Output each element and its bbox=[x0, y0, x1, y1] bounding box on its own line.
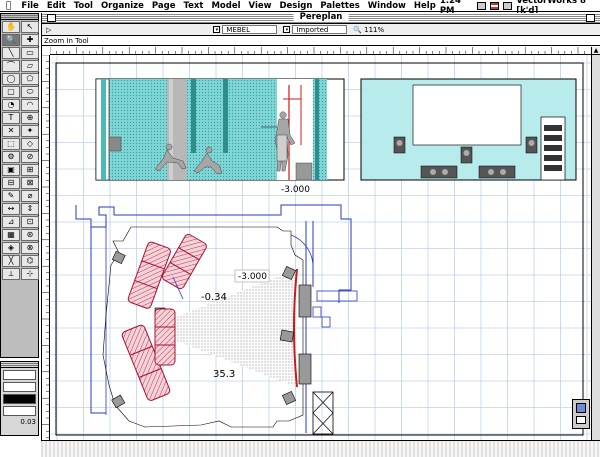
drawing-canvas[interactable]: -3.000 -3.000 -0.34 35.3 bbox=[51, 55, 593, 440]
document-window: Pereplan ▷ ▾ MEBEL ▾ Imported 🔍 111% Zoo… bbox=[41, 12, 600, 457]
tool-button[interactable]: ⊗ bbox=[21, 242, 39, 254]
tool-button[interactable]: ⊛ bbox=[21, 229, 39, 241]
attributes-titlebar[interactable] bbox=[1, 362, 38, 368]
magnifier-icon: 🔍 bbox=[353, 25, 363, 34]
tool-button[interactable]: ◠ bbox=[21, 99, 39, 111]
tool-button[interactable]: ◇ bbox=[21, 138, 39, 150]
menu-edit[interactable]: Edit bbox=[43, 1, 70, 11]
tool-button[interactable]: ✋ bbox=[2, 21, 20, 33]
page-navigator-icon[interactable] bbox=[572, 399, 590, 429]
plan-height-label: -3.000 bbox=[238, 272, 267, 282]
attributes-palette: 0.03 bbox=[0, 361, 39, 436]
tool-button[interactable]: ⊡ bbox=[21, 216, 39, 228]
tool-button[interactable]: ✚ bbox=[21, 34, 39, 46]
tool-button[interactable]: ✦ bbox=[21, 125, 39, 137]
tool-grid: ✋ ↖ 🔍 ✚ ╲ ▭ ⌒ ▱ ◯ ⬠ ▢ ⬭ ◔ ◠ T ⊕ ✕ ✦ ⬚ ◇ ⚙ ⊘ ▣ ⊞ ⊟ ⊠ ✎ ⌀ ↔ ⇕ ⊿ ⊡ ▦ ⊛ ◈ ⊗ ╳ ⌬ ⟂ ⊹ bbox=[1, 20, 39, 281]
menu-help[interactable]: Help bbox=[410, 1, 440, 11]
menu-file[interactable]: File bbox=[17, 1, 42, 11]
tool-button[interactable]: ⇕ bbox=[21, 203, 39, 215]
tool-button[interactable]: ╳ bbox=[2, 255, 20, 267]
tool-button[interactable]: ✎ bbox=[2, 190, 20, 202]
menu-model[interactable]: Model bbox=[207, 1, 244, 11]
tool-button[interactable]: ↖ bbox=[21, 21, 39, 33]
status-bar bbox=[41, 440, 600, 457]
vertical-scrollbar[interactable]: ▲ bbox=[591, 47, 600, 440]
pen-color-selector[interactable] bbox=[3, 394, 36, 404]
tool-button[interactable]: ◔ bbox=[2, 99, 20, 111]
horizontal-ruler bbox=[49, 47, 593, 55]
fill-pattern-selector[interactable] bbox=[3, 370, 36, 380]
menu-page[interactable]: Page bbox=[148, 1, 180, 11]
tool-button[interactable]: ⊹ bbox=[21, 268, 39, 280]
scroll-up-arrow-icon[interactable]: ▲ bbox=[592, 47, 600, 55]
vertical-ruler bbox=[42, 54, 50, 440]
tool-button[interactable]: 🔍 bbox=[2, 34, 20, 46]
tool-button[interactable]: ⌬ bbox=[21, 255, 39, 267]
tool-button[interactable]: ⊠ bbox=[21, 177, 39, 189]
control-strip-icon[interactable] bbox=[476, 1, 486, 10]
tool-button[interactable]: ⬠ bbox=[21, 73, 39, 85]
tool-button[interactable]: ⊿ bbox=[2, 216, 20, 228]
menu-organize[interactable]: Organize bbox=[97, 1, 148, 11]
chevron-down-icon: ▾ bbox=[283, 26, 291, 33]
tool-button[interactable]: ⌒ bbox=[2, 60, 20, 72]
tool-button[interactable]: ⬚ bbox=[2, 138, 20, 150]
tool-button[interactable]: ╲ bbox=[2, 47, 20, 59]
tool-button[interactable]: ⬭ bbox=[21, 86, 39, 98]
disclosure-triangle-icon[interactable]: ▷ bbox=[46, 26, 51, 34]
close-box-icon[interactable] bbox=[47, 14, 56, 22]
class-value: MEBEL bbox=[222, 25, 278, 34]
chevron-down-icon: ▾ bbox=[213, 26, 221, 33]
tool-button[interactable]: ✕ bbox=[2, 125, 20, 137]
zoom-selector[interactable]: 🔍 111% bbox=[353, 26, 384, 34]
menu-palettes[interactable]: Palettes bbox=[316, 1, 363, 11]
menu-design[interactable]: Design bbox=[275, 1, 316, 11]
tool-button[interactable]: ⚙ bbox=[2, 151, 20, 163]
right-elevation[interactable] bbox=[360, 78, 577, 181]
tool-button[interactable]: ▣ bbox=[2, 164, 20, 176]
pen-pattern-selector[interactable] bbox=[3, 382, 36, 392]
tool-button[interactable]: ▱ bbox=[21, 60, 39, 72]
line-weight-selector[interactable] bbox=[3, 406, 36, 416]
tool-button[interactable]: ⟂ bbox=[2, 268, 20, 280]
plan-distance-label: 35.3 bbox=[213, 369, 235, 380]
plan-angle-label: -0.34 bbox=[201, 292, 227, 303]
tool-button[interactable]: ▦ bbox=[2, 229, 20, 241]
menu-window[interactable]: Window bbox=[364, 1, 410, 11]
tool-button[interactable]: ⊟ bbox=[2, 177, 20, 189]
menu-view[interactable]: View bbox=[245, 1, 276, 11]
mode-bar: Zoom In Tool bbox=[42, 36, 600, 46]
tool-button[interactable]: ▢ bbox=[2, 86, 20, 98]
menu-tool[interactable]: Tool bbox=[70, 1, 97, 11]
menu-text[interactable]: Text bbox=[179, 1, 207, 11]
tool-button[interactable]: ⊘ bbox=[21, 151, 39, 163]
class-selector[interactable]: ▾ MEBEL bbox=[213, 25, 278, 34]
layer-selector[interactable]: ▾ Imported bbox=[283, 25, 348, 34]
line-weight-value: 0.03 bbox=[20, 418, 36, 426]
keyboard-flag-icon[interactable] bbox=[489, 1, 500, 10]
tool-button[interactable]: ↔ bbox=[2, 203, 20, 215]
tool-button[interactable]: ▭ bbox=[21, 47, 39, 59]
layer-value: Imported bbox=[292, 25, 348, 34]
tool-palette: ✋ ↖ 🔍 ✚ ╲ ▭ ⌒ ▱ ◯ ⬠ ▢ ⬭ ◔ ◠ T ⊕ ✕ ✦ ⬚ ◇ ⚙ ⊘ ▣ ⊞ ⊟ ⊠ ✎ ⌀ ↔ ⇕ ⊿ ⊡ ▦ ⊛ ◈ ⊗ ╳ ⌬ ⟂ ⊹ bbox=[0, 13, 39, 358]
tool-button[interactable]: ◯ bbox=[2, 73, 20, 85]
zoom-value: 111% bbox=[364, 25, 385, 34]
window-titlebar[interactable]: Pereplan bbox=[42, 12, 600, 24]
menu-bar:  File Edit Tool Organize Page Text Mode… bbox=[0, 0, 600, 16]
zoom-box-icon[interactable] bbox=[586, 14, 595, 22]
tool-button[interactable]: ◈ bbox=[2, 242, 20, 254]
apple-menu-icon[interactable]:  bbox=[0, 1, 17, 11]
tool-button[interactable]: ⊞ bbox=[21, 164, 39, 176]
elevation-height-label: -3.000 bbox=[281, 185, 310, 195]
tool-button[interactable]: ⊕ bbox=[21, 112, 39, 124]
app-switcher-icon[interactable] bbox=[503, 1, 513, 10]
tool-button[interactable]: T bbox=[2, 112, 20, 124]
left-elevation[interactable]: -3.000 bbox=[95, 78, 345, 195]
window-title: Pereplan bbox=[293, 12, 349, 22]
data-display-bar: ▷ ▾ MEBEL ▾ Imported 🔍 111% bbox=[42, 24, 600, 36]
floor-plan[interactable]: -3.000 -0.34 35.3 bbox=[75, 204, 358, 435]
tool-button[interactable]: ⌀ bbox=[21, 190, 39, 202]
